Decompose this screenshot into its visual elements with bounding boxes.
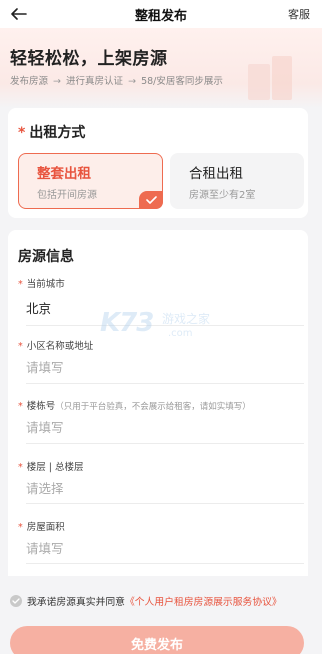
divider — [26, 383, 304, 384]
hero-title: 轻轻松松，上架房源 — [10, 49, 168, 69]
rental-type-card: * 出租方式 整套出租 包括开间房源 合租出租 房源至少有2室 — [8, 108, 308, 218]
building-number-label: 楼栋号 — [26, 401, 56, 412]
community-input[interactable] — [18, 356, 294, 379]
agreement-link[interactable]: 《个人用户租房房源展示服务协议》 — [125, 594, 282, 608]
required-mark: * — [18, 341, 23, 352]
house-info-title: 房源信息 — [18, 249, 74, 265]
city-label: 当前城市 — [26, 279, 65, 290]
required-mark: * — [18, 462, 23, 473]
option-title: 合租出租 — [189, 166, 243, 182]
divider — [26, 503, 304, 504]
free-publish-button[interactable]: 免费发布 — [10, 626, 304, 654]
building-decoration — [248, 64, 270, 100]
step-3: 58/安居客同步展示 — [141, 76, 223, 87]
customer-service-link[interactable]: 客服 — [288, 6, 310, 22]
step-1: 发布房源 — [10, 76, 49, 87]
city-value: 北京 — [26, 301, 52, 316]
building-number-input[interactable] — [18, 416, 294, 439]
building-number-hint: （只用于平台验真，不会展示给租客，请如实填写） — [55, 402, 251, 412]
building-decoration — [272, 56, 292, 100]
step-2: 进行真房认证 — [66, 76, 124, 87]
agreement-text: 我承诺房源真实并同意 — [27, 597, 125, 608]
option-whole-rent[interactable]: 整套出租 包括开间房源 — [18, 153, 163, 209]
page-title: 整租发布 — [134, 8, 187, 24]
divider — [26, 325, 304, 326]
hero-banner: 轻轻松松，上架房源 发布房源 → 进行真房认证 → 58/安居客同步展示 — [0, 28, 322, 108]
required-mark: * — [18, 279, 23, 290]
selected-check-icon — [139, 191, 163, 209]
community-label: 小区名称或地址 — [26, 341, 94, 352]
floor-field: * 楼层 | 总楼层 — [18, 459, 304, 500]
option-shared-rent[interactable]: 合租出租 房源至少有2室 — [170, 153, 304, 209]
area-field: * 房屋面积 — [18, 519, 304, 560]
floor-select[interactable] — [18, 477, 294, 500]
floor-label: 楼层 | 总楼层 — [26, 462, 84, 473]
required-mark: * — [18, 401, 23, 412]
rental-type-title: * 出租方式 — [18, 125, 86, 141]
community-field: * 小区名称或地址 — [18, 338, 304, 379]
house-info-card: 房源信息 *当前城市 北京 *小区名称或地址 *楼栋号（只用于平台验真，不会展示… — [8, 230, 308, 576]
option-subtitle: 房源至少有2室 — [189, 190, 256, 201]
divider — [26, 443, 304, 444]
building-number-field: * 楼栋号（只用于平台验真，不会展示给租客，请如实填写） — [18, 398, 304, 439]
back-arrow-icon[interactable] — [8, 3, 30, 25]
option-title: 整套出租 — [37, 166, 91, 182]
agreement-checkbox[interactable] — [10, 595, 22, 607]
publish-steps: 发布房源 → 进行真房认证 → 58/安居客同步展示 — [10, 73, 223, 87]
divider — [26, 563, 304, 564]
required-mark: * — [18, 522, 23, 533]
city-field[interactable]: * 当前城市 北京 — [18, 276, 304, 317]
step-arrow-icon: → — [128, 76, 137, 87]
step-arrow-icon: → — [53, 76, 62, 87]
top-nav-bar: 整租发布 客服 — [0, 0, 322, 28]
area-input[interactable] — [18, 537, 294, 560]
area-label: 房屋面积 — [26, 522, 65, 533]
agreement-row: 我承诺房源真实并同意 《个人用户租房房源展示服务协议》 — [10, 594, 282, 608]
required-mark: * — [18, 125, 26, 141]
